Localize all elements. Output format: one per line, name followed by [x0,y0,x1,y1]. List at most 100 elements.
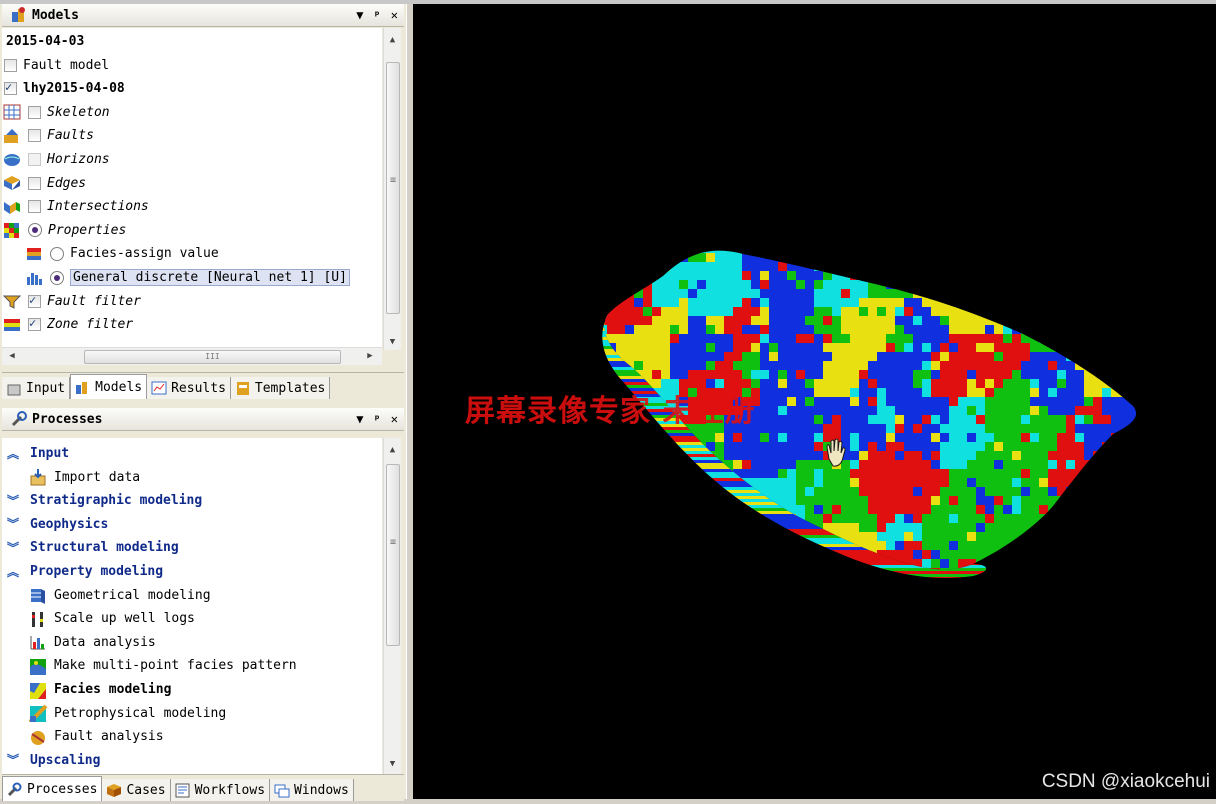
facies-cell [1003,541,1013,551]
facies-cell [841,271,851,281]
models-tree-row[interactable]: Edges [2,172,86,195]
collapse-chevron-icon[interactable]: ︽ [6,447,20,461]
property-radio[interactable] [50,270,64,285]
scroll-right-arrow-icon[interactable]: ▶ [362,348,378,365]
processes-scroll-thumb[interactable]: ≡ [386,464,400,646]
process-group[interactable]: ︾ Geophysics [2,513,108,536]
process-group[interactable]: ︽ Input [2,442,69,465]
visibility-checkbox[interactable] [28,129,41,143]
scroll-up-arrow-icon[interactable]: ▲ [384,32,401,48]
models-tree-row[interactable]: Faults [2,124,94,147]
models-vertical-scrollbar[interactable]: ▲ ≡ ▼ [383,28,401,350]
process-group[interactable]: ︾ Stratigraphic modeling [2,489,202,512]
scroll-down-arrow-icon[interactable]: ▼ [384,334,401,350]
processes-vertical-scrollbar[interactable]: ▲ ≡ ▼ [383,438,401,774]
visibility-checkbox[interactable] [28,153,41,166]
models-tree-row[interactable]: Facies-assign value [24,242,219,265]
tab-cases[interactable]: Cases [102,779,171,801]
models-tree-row[interactable]: Fault filter [2,290,141,313]
process-item[interactable]: Fault analysis [28,725,164,748]
models-tree-row[interactable]: Skeleton [2,101,110,124]
models-tree-row[interactable]: Intersections [2,195,149,218]
process-item[interactable]: Make multi-point facies pattern [28,654,297,677]
3d-viewport[interactable]: 屏幕录像专家 未注册 CSDN @xiaokcehui [413,4,1216,799]
visibility-checkbox[interactable] [28,293,41,308]
facies-cell [805,253,815,263]
property-radio[interactable] [50,246,64,261]
models-tree-row[interactable]: lhy2015-04-08 [4,77,125,100]
facies-cell [670,361,680,371]
process-item[interactable]: Import data [28,466,140,489]
visibility-checkbox[interactable] [28,105,41,119]
facies-cell [1030,250,1040,254]
facies-cell [1030,469,1040,479]
models-panel-pin-button[interactable]: ᵖ [374,8,381,22]
process-group-label: Geophysics [30,516,109,532]
visibility-checkbox[interactable] [4,80,17,96]
process-item[interactable]: Geometrical modeling [28,584,211,607]
models-tree-row[interactable]: Fault model [4,54,109,77]
process-group[interactable]: ︾ Structural modeling [2,536,179,559]
models-tree-row[interactable]: Horizons [2,148,110,171]
facies-cell [1138,343,1148,353]
models-tree-row[interactable]: 2015-04-03 [4,30,84,53]
tab-windows[interactable]: Windows [270,779,354,801]
facies-cell [625,289,635,299]
visibility-checkbox[interactable] [4,58,17,72]
expand-chevron-icon[interactable]: ︾ [6,494,20,508]
collapse-chevron-icon[interactable]: ︽ [6,565,20,579]
models-hscroll-thumb[interactable]: III [84,350,341,364]
facies-cell [724,577,734,587]
tab-results[interactable]: Results [147,377,231,399]
facies-cell [1030,343,1040,353]
facies-cell [733,541,743,551]
facies-cell [805,460,815,470]
process-group[interactable]: ︽ Property modeling [2,560,163,583]
expand-chevron-icon[interactable]: ︾ [6,517,20,531]
facies-cell [1012,325,1022,335]
facies-cell [877,280,887,290]
expand-chevron-icon[interactable]: ︾ [6,541,20,555]
facies-cell [1048,397,1058,407]
models-panel-close-button[interactable]: ✕ [391,8,398,22]
facies-cell [1084,262,1094,272]
visibility-checkbox[interactable] [28,316,41,332]
tab-models[interactable]: Models [70,374,148,399]
models-tree-row[interactable]: General discrete [Neural net 1] [U] [24,266,350,289]
scroll-up-arrow-icon[interactable]: ▲ [384,442,401,458]
process-item[interactable]: Facies modeling [28,678,171,701]
facies-cell [940,433,950,443]
tab-input[interactable]: Input [2,377,71,399]
models-horizontal-scrollbar[interactable]: ◀ III ▶ [2,347,382,365]
visibility-checkbox[interactable] [28,200,41,214]
facies-cell [967,280,977,290]
scroll-down-arrow-icon[interactable]: ▼ [384,756,401,772]
tab-processes[interactable]: Processes [2,776,103,801]
process-item[interactable]: Data analysis [28,631,156,654]
processes-panel-close-button[interactable]: ✕ [391,412,398,426]
tab-templates[interactable]: Templates [230,377,331,399]
property-radio[interactable] [28,223,42,238]
facies-cell [922,325,932,335]
models-panel-menu-button[interactable]: ▼ [356,8,363,22]
process-item[interactable]: Petrophysical modeling [28,702,226,725]
facies-cell [724,442,734,452]
models-scroll-thumb[interactable]: ≡ [386,62,400,314]
facies-cell [1039,307,1049,317]
process-item[interactable]: Scale up well logs [28,607,195,630]
facies-cell [1138,271,1148,281]
processes-panel-menu-button[interactable]: ▼ [356,412,363,426]
facies-cell [886,586,896,596]
processes-panel-pin-button[interactable]: ᵖ [374,412,381,426]
facies-cell [625,577,635,587]
visibility-checkbox[interactable] [28,176,41,190]
models-tree-row[interactable]: Properties [2,219,126,242]
scroll-left-arrow-icon[interactable]: ◀ [4,348,20,365]
facies-cell [940,559,950,569]
tab-workflows[interactable]: Workflows [170,779,271,801]
models-tree-row[interactable]: Zone filter [2,313,133,336]
expand-chevron-icon[interactable]: ︾ [6,753,20,767]
facies-cell [697,352,707,362]
process-group[interactable]: ︾ Upscaling [2,749,100,772]
facies-cell [607,586,617,596]
